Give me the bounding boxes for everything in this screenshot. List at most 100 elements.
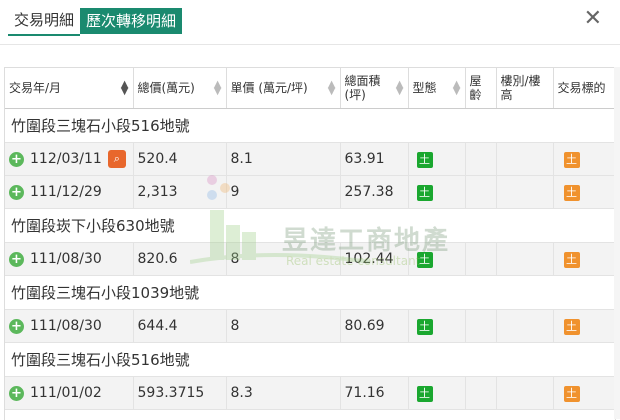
date-cell: +111/12/29 <box>5 175 134 209</box>
group-row: 竹圍段三塊石小段516地號 <box>5 342 615 377</box>
column-header-label: 交易年/月 <box>9 81 62 95</box>
date-cell: +111/08/30 <box>5 309 134 343</box>
land-target-badge: 土 <box>563 318 580 335</box>
group-row: 竹圍段三塊石小段516地號 <box>5 108 615 143</box>
transaction-date: 111/12/29 <box>30 184 102 200</box>
building-age-cell <box>465 376 497 410</box>
expand-plus-icon[interactable]: + <box>9 151 24 167</box>
land-parcel-title: 竹圍段三塊石小段516地號 <box>5 342 615 377</box>
table-header-row: 交易年/月 ▲ ▼ 總價(萬元) ▲ ▼ 單價 (萬元/坪) ▲ ▼ 總面積 (坪) ▲ ▼ 型態 ▲ ▼ 屋… <box>5 68 615 109</box>
expand-plus-icon[interactable]: + <box>9 251 24 267</box>
building-age-cell <box>465 309 497 343</box>
transaction-date: 111/08/30 <box>30 318 102 334</box>
column-header-5: 屋齡 <box>465 68 497 109</box>
transaction-date: 112/03/11 <box>30 151 102 167</box>
table-row: +111/01/02 593.3715 8.3 71.16 土土 <box>5 376 615 410</box>
divider <box>0 44 620 45</box>
column-header-label: 交易標的 <box>557 81 606 95</box>
type-cell: 土 <box>408 242 466 276</box>
column-header-1[interactable]: 總價(萬元) ▲ ▼ <box>133 68 227 109</box>
sort-icon[interactable]: ▲ ▼ <box>328 80 336 97</box>
column-header-label: 屋齡 <box>469 74 482 102</box>
land-type-badge: 土 <box>416 151 433 168</box>
group-row: 竹圍段崁下小段630地號 <box>5 208 615 243</box>
table-row: +111/08/30 644.4 8 80.69 土土 <box>5 309 615 343</box>
tab-transfer-history[interactable]: 歷次轉移明細 <box>80 8 183 34</box>
sort-icon[interactable]: ▲ ▼ <box>214 80 222 97</box>
sort-icon[interactable]: ▲ ▼ <box>121 80 129 97</box>
unit-price-cell: 8 <box>226 242 341 276</box>
tab-bar: 交易明細 歷次轉移明細 <box>8 8 183 36</box>
table-row: +111/12/29 2,313 9 257.38 土土 <box>5 175 615 209</box>
group-row: 竹圍段三塊石小段1039地號 <box>5 275 615 310</box>
total-price-cell: 820.6 <box>133 242 227 276</box>
transfer-table: 交易年/月 ▲ ▼ 總價(萬元) ▲ ▼ 單價 (萬元/坪) ▲ ▼ 總面積 (坪) ▲ ▼ 型態 ▲ ▼ 屋… <box>5 68 615 410</box>
land-parcel-title: 竹圍段三塊石小段1039地號 <box>5 275 615 310</box>
unit-price-cell: 8.1 <box>226 142 341 176</box>
column-header-7: 交易標的 <box>553 68 615 109</box>
column-header-label: 型態 <box>412 81 437 95</box>
sort-icon[interactable]: ▲ ▼ <box>396 80 404 97</box>
scrollbar[interactable] <box>614 67 620 419</box>
total-price-cell: 520.4 <box>133 142 227 176</box>
column-header-2[interactable]: 單價 (萬元/坪) ▲ ▼ <box>226 68 341 109</box>
land-target-badge: 土 <box>563 151 580 168</box>
target-cell: 土 <box>553 142 615 176</box>
land-parcel-title: 竹圍段三塊石小段516地號 <box>5 108 615 143</box>
floor-cell <box>496 142 554 176</box>
floor-cell <box>496 376 554 410</box>
unit-price-cell: 8 <box>226 309 341 343</box>
column-header-label: 總面積 (坪) <box>344 74 381 102</box>
date-cell: +112/03/11 ⌕ <box>5 142 134 176</box>
area-cell: 71.16 <box>340 376 409 410</box>
target-cell: 土 <box>553 175 615 209</box>
table-row: +111/08/30 820.6 8 102.44 土土 <box>5 242 615 276</box>
land-type-badge: 土 <box>416 251 433 268</box>
land-parcel-title: 竹圍段崁下小段630地號 <box>5 208 615 243</box>
unit-price-cell: 8.3 <box>226 376 341 410</box>
building-age-cell <box>465 175 497 209</box>
land-type-badge: 土 <box>416 318 433 335</box>
total-price-cell: 593.3715 <box>133 376 227 410</box>
target-cell: 土 <box>553 242 615 276</box>
total-price-cell: 644.4 <box>133 309 227 343</box>
area-cell: 63.91 <box>340 142 409 176</box>
house-search-icon[interactable]: ⌕ <box>107 150 126 168</box>
land-target-badge: 土 <box>563 184 580 201</box>
area-cell: 102.44 <box>340 242 409 276</box>
target-cell: 土 <box>553 309 615 343</box>
column-header-6: 樓別/樓高 <box>496 68 554 109</box>
floor-cell <box>496 309 554 343</box>
expand-plus-icon[interactable]: + <box>9 184 24 200</box>
target-cell: 土 <box>553 376 615 410</box>
table-row: +112/03/11 ⌕ 520.4 8.1 63.91 土 土 <box>5 142 615 176</box>
land-target-badge: 土 <box>563 251 580 268</box>
column-header-0[interactable]: 交易年/月 ▲ ▼ <box>5 68 134 109</box>
sort-icon[interactable]: ▲ ▼ <box>453 80 461 97</box>
area-cell: 80.69 <box>340 309 409 343</box>
type-cell: 土 <box>408 376 466 410</box>
type-cell: 土 <box>408 142 466 176</box>
date-cell: +111/08/30 <box>5 242 134 276</box>
unit-price-cell: 9 <box>226 175 341 209</box>
transaction-date: 111/01/02 <box>30 385 102 401</box>
floor-cell <box>496 242 554 276</box>
type-cell: 土 <box>408 309 466 343</box>
transaction-date: 111/08/30 <box>30 251 102 267</box>
floor-cell <box>496 175 554 209</box>
land-type-badge: 土 <box>416 385 433 402</box>
building-age-cell <box>465 242 497 276</box>
expand-plus-icon[interactable]: + <box>9 385 24 401</box>
column-header-label: 總價(萬元) <box>137 81 195 95</box>
column-header-label: 單價 (萬元/坪) <box>230 81 308 95</box>
total-price-cell: 2,313 <box>133 175 227 209</box>
tab-transaction-details[interactable]: 交易明細 <box>8 8 81 36</box>
close-icon[interactable]: ✕ <box>584 6 602 31</box>
expand-plus-icon[interactable]: + <box>9 318 24 334</box>
area-cell: 257.38 <box>340 175 409 209</box>
transfer-table-container: 交易年/月 ▲ ▼ 總價(萬元) ▲ ▼ 單價 (萬元/坪) ▲ ▼ 總面積 (坪) ▲ ▼ 型態 ▲ ▼ 屋… <box>4 67 616 420</box>
column-header-4[interactable]: 型態 ▲ ▼ <box>408 68 466 109</box>
date-cell: +111/01/02 <box>5 376 134 410</box>
column-header-3[interactable]: 總面積 (坪) ▲ ▼ <box>340 68 409 109</box>
column-header-label: 樓別/樓高 <box>500 74 541 102</box>
